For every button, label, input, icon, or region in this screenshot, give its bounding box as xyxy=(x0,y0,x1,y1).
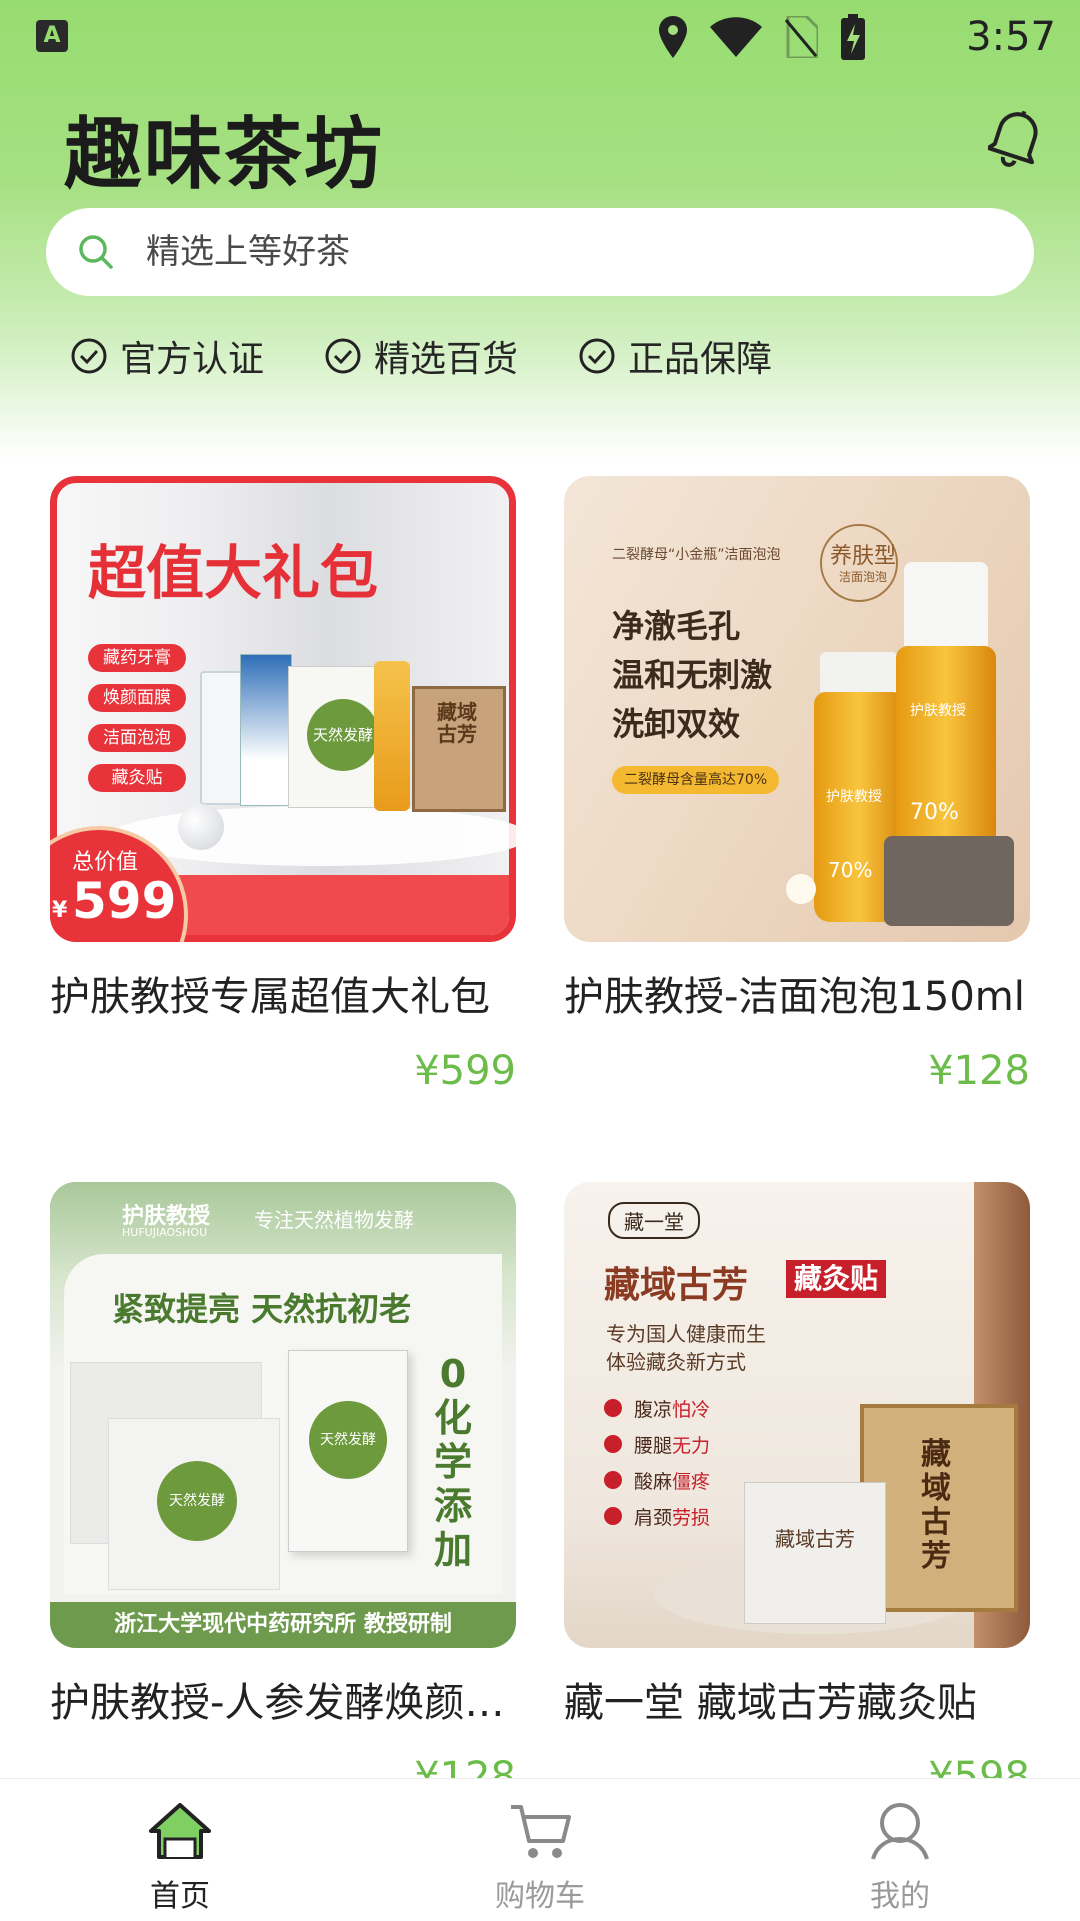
product-price: ¥599 xyxy=(414,1048,516,1094)
tab-label: 首页 xyxy=(150,1879,210,1914)
app-notification-icon: A xyxy=(36,20,68,52)
wifi-icon xyxy=(710,17,762,57)
image-top-line: 二裂酵母“小金瓶”洁面泡泡 xyxy=(612,547,781,563)
bell-icon[interactable] xyxy=(988,106,1044,168)
benefit-lines: 净澈毛孔 温和无刺激 洗卸双效 xyxy=(612,607,773,743)
image-slogan: 专注天然植物发酵 xyxy=(254,1208,414,1232)
claim-text: 0化学添加 xyxy=(433,1352,472,1572)
image-headline: 超值大礼包 xyxy=(88,539,379,607)
patch-box: 藏域古芳 xyxy=(412,686,506,812)
badge-label: 官方认证 xyxy=(120,339,265,380)
cart-icon xyxy=(511,1805,571,1858)
symptom-item: 腹凉 怕冷 xyxy=(604,1390,710,1426)
trust-badges: 官方认证 精选百货 正品保障 xyxy=(70,330,832,382)
mask-sachet: 天然发酵 xyxy=(108,1418,280,1590)
product-image[interactable]: 藏一堂 藏域古芳 藏灸贴 专为国人健康而生 体验藏灸新方式 腹凉 怕冷 腰腿 无力 … xyxy=(564,1182,1030,1648)
product-name[interactable]: 护肤教授-人参发酵焕颜面膜 xyxy=(50,1670,516,1728)
pearl-decoration xyxy=(178,804,224,850)
search-input[interactable] xyxy=(144,231,948,273)
mask-box: 天然发酵 xyxy=(288,1350,408,1552)
tab-profile[interactable]: 我的 xyxy=(720,1779,1080,1921)
search-bar[interactable] xyxy=(46,208,1034,296)
check-circle-icon xyxy=(71,338,107,374)
home-icon xyxy=(149,1803,211,1859)
product-name[interactable]: 护肤教授-洁面泡泡150ml xyxy=(564,964,1030,1022)
product-card[interactable]: 护肤教授 HUFUJIAOSHOU 专注天然植物发酵 紧致提亮 天然抗初老 天然… xyxy=(50,1182,516,1800)
symptom-item: 腰腿 无力 xyxy=(604,1426,710,1462)
tab-home[interactable]: 首页 xyxy=(0,1779,360,1921)
product-card[interactable]: 超值大礼包 藏药牙膏 焕颜面膜 洁面泡泡 藏灸贴 天然发酵 藏域古芳 总价值 ¥… xyxy=(50,476,516,1094)
search-icon xyxy=(79,235,113,269)
profile-icon xyxy=(871,1803,929,1860)
product-card[interactable]: 二裂酵母“小金瓶”洁面泡泡 养肤型 洁面泡泡 净澈毛孔 温和无刺激 洗卸双效 二… xyxy=(564,476,1030,1094)
tag: 藏药牙膏 xyxy=(88,644,186,672)
image-brand-en: HUFUJIAOSHOU xyxy=(122,1226,208,1239)
flower-decoration xyxy=(786,874,816,904)
tab-cart[interactable]: 购物车 xyxy=(360,1779,720,1921)
symptom-list: 腹凉 怕冷 腰腿 无力 酸麻 僵疼 肩颈 劳损 xyxy=(604,1390,710,1534)
check-circle-icon xyxy=(325,338,361,374)
badge-official: 官方认证 xyxy=(70,330,264,382)
image-sub2: 体验藏灸新方式 xyxy=(606,1350,746,1374)
image-brand: 藏一堂 xyxy=(608,1202,700,1239)
no-sim-icon xyxy=(784,16,818,58)
toothpaste-tube xyxy=(200,671,244,805)
type-sub: 洁面泡泡 xyxy=(839,570,888,584)
product-image[interactable]: 护肤教授 HUFUJIAOSHOU 专注天然植物发酵 紧致提亮 天然抗初老 天然… xyxy=(50,1182,516,1648)
product-price: ¥128 xyxy=(928,1048,1030,1094)
product-card[interactable]: 藏一堂 藏域古芳 藏灸贴 专为国人健康而生 体验藏灸新方式 腹凉 怕冷 腰腿 无力 … xyxy=(564,1182,1030,1800)
badge-label: 精选百货 xyxy=(374,339,519,380)
tag: 藏灸贴 xyxy=(88,764,186,792)
badge-label: 正品保障 xyxy=(628,339,773,380)
tab-label: 购物车 xyxy=(495,1879,585,1914)
app-title: 趣味茶坊 xyxy=(64,110,385,200)
type-label: 养肤型 xyxy=(830,544,897,569)
stone-decoration xyxy=(884,836,1014,926)
location-icon xyxy=(659,16,687,58)
product-name[interactable]: 护肤教授专属超值大礼包 xyxy=(50,964,516,1022)
status-time: 3:57 xyxy=(966,14,1056,60)
tab-label: 我的 xyxy=(870,1879,930,1914)
symptom-item: 酸麻 僵疼 xyxy=(604,1462,710,1498)
foam-bottle xyxy=(374,661,410,811)
status-bar: A 3:57 xyxy=(0,0,1080,74)
total-value: 599 xyxy=(72,872,177,930)
battery-charging-icon xyxy=(841,14,865,60)
image-headline: 紧致提亮 天然抗初老 xyxy=(112,1290,412,1328)
image-sub1: 专为国人健康而生 xyxy=(606,1322,766,1346)
badge-selected: 精选百货 xyxy=(324,330,518,382)
bottom-tab-bar: 首页 购物车 我的 xyxy=(0,1778,1080,1921)
toothpaste-box xyxy=(240,654,292,806)
tag: 洁面泡泡 xyxy=(88,724,186,752)
image-footer: 浙江大学现代中药研究所 教授研制 xyxy=(50,1602,516,1648)
yeast-pill: 二裂酵母含量高达70% xyxy=(612,766,780,794)
symptom-item: 肩颈 劳损 xyxy=(604,1498,710,1534)
product-image[interactable]: 二裂酵母“小金瓶”洁面泡泡 养肤型 洁面泡泡 净澈毛孔 温和无刺激 洗卸双效 二… xyxy=(564,476,1030,942)
product-name[interactable]: 藏一堂 藏域古芳藏灸贴 xyxy=(564,1670,1030,1728)
image-title-tag: 藏灸贴 xyxy=(786,1260,887,1298)
badge-genuine: 正品保障 xyxy=(578,330,772,382)
image-title: 藏域古芳 xyxy=(604,1265,749,1306)
total-currency: ¥ xyxy=(52,898,68,923)
tag: 焕颜面膜 xyxy=(88,684,186,712)
patch-sachet: 藏域古芳 xyxy=(744,1482,886,1624)
product-image[interactable]: 超值大礼包 藏药牙膏 焕颜面膜 洁面泡泡 藏灸贴 天然发酵 藏域古芳 总价值 ¥… xyxy=(50,476,516,942)
check-circle-icon xyxy=(579,338,615,374)
tag-list: 藏药牙膏 焕颜面膜 洁面泡泡 藏灸贴 xyxy=(88,644,186,792)
